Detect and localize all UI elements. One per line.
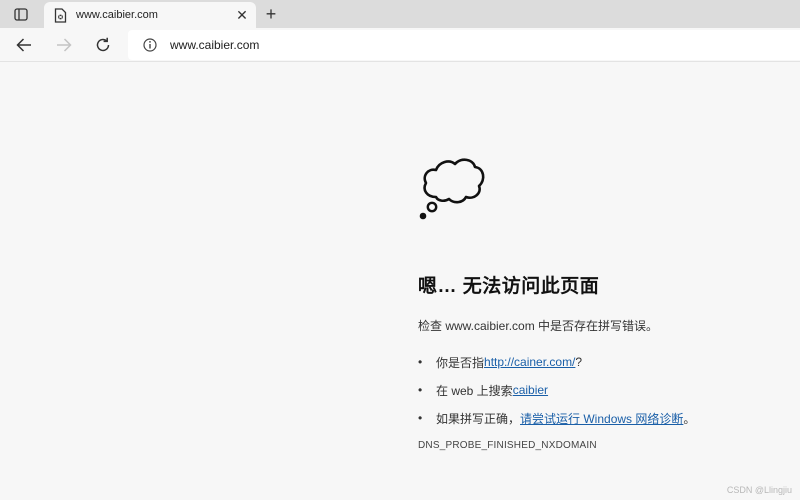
close-icon: ✕: [236, 6, 248, 23]
web-search-link[interactable]: caibier: [513, 383, 548, 397]
bullet: •: [418, 355, 423, 369]
bullet: •: [418, 383, 423, 397]
bullet: •: [418, 411, 423, 425]
refresh-button[interactable]: [90, 32, 116, 58]
address-url: www.caibier.com: [170, 38, 260, 52]
error-code: DNS_PROBE_FINISHED_NXDOMAIN: [418, 440, 597, 451]
error-content: 嗯… 无法访问此页面 检查 www.caibier.com 中是否存在拼写错误。…: [418, 155, 788, 451]
address-bar[interactable]: www.caibier.com: [128, 30, 800, 60]
suggestion-suffix: 。: [683, 411, 696, 426]
suggestion-text: 在 web 上搜索: [436, 383, 513, 398]
back-button[interactable]: [11, 32, 37, 58]
refresh-icon: [96, 37, 110, 52]
list-item: • 如果拼写正确， 请尝试运行 Windows 网络诊断 。: [418, 404, 788, 432]
watermark: CSDN @Llingjiu: [726, 485, 792, 495]
plus-icon: +: [265, 4, 277, 24]
browser-tab[interactable]: www.caibier.com ✕: [44, 2, 256, 28]
suggestion-list: • 你是否指 http://cainer.com/ ? • 在 web 上搜索 …: [418, 348, 788, 432]
network-diagnostics-link[interactable]: 请尝试运行 Windows 网络诊断: [520, 410, 683, 427]
forward-button[interactable]: [51, 32, 77, 58]
window-icon: [14, 7, 28, 21]
list-item: • 你是否指 http://cainer.com/ ?: [418, 348, 788, 376]
back-arrow-icon: [16, 38, 31, 52]
thought-cloud-icon: [419, 158, 485, 220]
suggestion-text: 如果拼写正确，: [436, 411, 521, 426]
tab-title: www.caibier.com: [76, 9, 158, 21]
new-tab-button[interactable]: +: [260, 3, 282, 25]
forward-arrow-icon: [57, 38, 72, 52]
suggestion-text: 你是否指: [436, 355, 485, 370]
navigation-toolbar: www.caibier.com: [0, 28, 800, 62]
page-icon: [52, 7, 68, 23]
window-menu-button[interactable]: [8, 5, 34, 23]
info-icon[interactable]: [142, 37, 158, 53]
suggested-url-link[interactable]: http://cainer.com/: [484, 355, 575, 369]
error-description: 检查 www.caibier.com 中是否存在拼写错误。: [418, 319, 659, 333]
error-title: 嗯… 无法访问此页面: [418, 276, 600, 297]
suggestion-suffix: ?: [575, 355, 583, 369]
close-tab-button[interactable]: ✕: [232, 5, 252, 25]
tab-bar: www.caibier.com ✕ +: [0, 0, 800, 28]
list-item: • 在 web 上搜索 caibier: [418, 376, 788, 404]
